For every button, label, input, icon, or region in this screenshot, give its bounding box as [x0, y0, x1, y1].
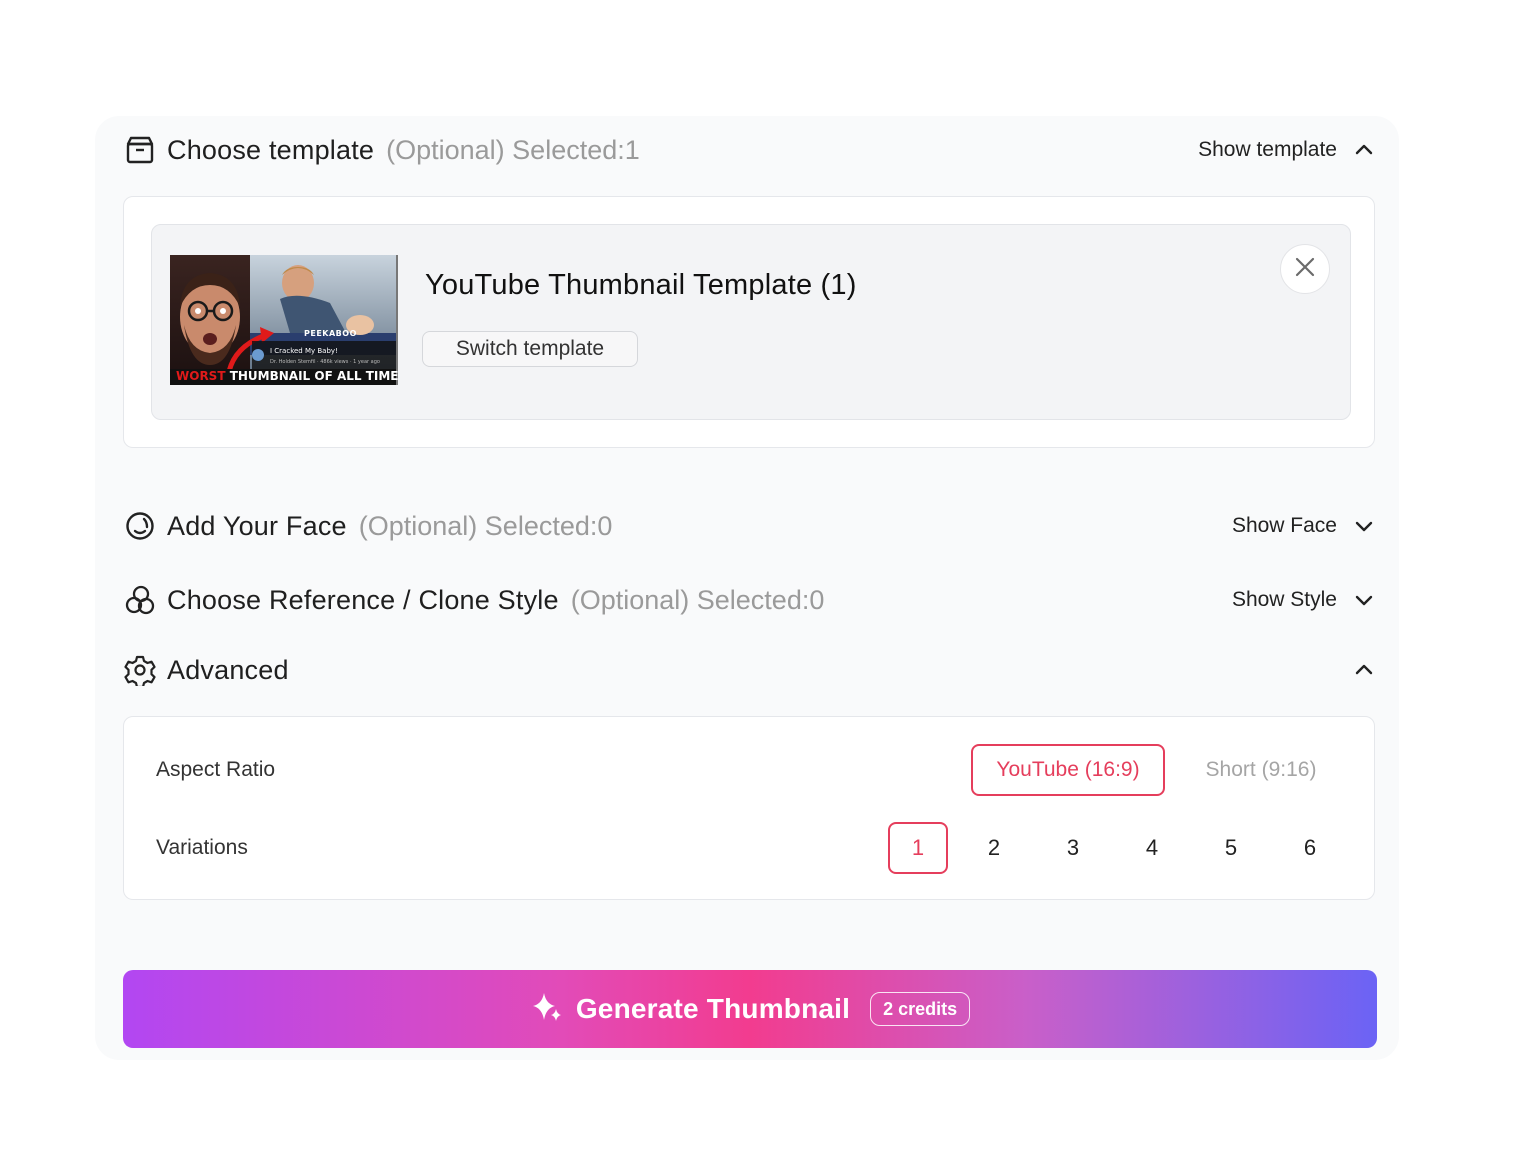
advanced-card: Aspect Ratio YouTube (16:9) Short (9:16)…: [123, 716, 1375, 900]
variations-label: Variations: [156, 836, 248, 859]
variation-option-3[interactable]: 3: [1043, 822, 1103, 874]
variation-option-6[interactable]: 6: [1280, 822, 1340, 874]
aspect-ratio-label: Aspect Ratio: [156, 758, 276, 781]
thumb-banner-red: WORST: [176, 369, 226, 383]
close-icon: [1294, 256, 1316, 283]
show-face-toggle[interactable]: Show Face: [1232, 513, 1377, 539]
template-section-header[interactable]: Choose template (Optional) Selected:1 Sh…: [123, 130, 1377, 170]
thumb-banner-white: THUMBNAIL OF ALL TIME: [229, 369, 398, 383]
style-section-status: (Optional) Selected:0: [570, 584, 825, 615]
variation-option-2[interactable]: 2: [964, 822, 1024, 874]
advanced-section-header[interactable]: Advanced: [123, 650, 1377, 690]
variation-option-4[interactable]: 4: [1122, 822, 1182, 874]
credits-badge: 2 credits: [870, 992, 971, 1026]
template-thumbnail[interactable]: PEEKABOO I Cracked My Baby! Dr. Holden S…: [170, 255, 398, 385]
show-face-label: Show Face: [1231, 514, 1337, 537]
face-section-status: (Optional) Selected:0: [358, 510, 613, 541]
generate-label: Generate Thumbnail: [575, 993, 851, 1024]
generate-thumbnail-button[interactable]: Generate Thumbnail 2 credits: [123, 970, 1377, 1048]
thumb-video-meta: Dr. Holden Stemfil · 486k views · 1 year…: [270, 359, 380, 365]
gear-icon: [123, 653, 157, 687]
template-name: YouTube Thumbnail Template (1): [425, 269, 857, 301]
advanced-section-title: Advanced: [167, 654, 289, 685]
chevron-down-icon: [1351, 587, 1377, 613]
face-icon: [123, 509, 157, 543]
template-card: PEEKABOO I Cracked My Baby! Dr. Holden S…: [123, 196, 1375, 448]
style-section-header[interactable]: Choose Reference / Clone Style (Optional…: [123, 580, 1377, 620]
selected-template-item: PEEKABOO I Cracked My Baby! Dr. Holden S…: [151, 224, 1351, 420]
show-style-toggle[interactable]: Show Style: [1232, 587, 1377, 613]
thumb-banner: WORST THUMBNAIL OF ALL TIME: [176, 369, 398, 383]
sparkle-icon: [530, 990, 564, 1029]
style-blend-icon: [123, 583, 157, 617]
aspect-short-option[interactable]: Short (9:16): [1174, 744, 1348, 796]
face-section-title: Add Your Face: [167, 510, 347, 541]
show-template-label: Show template: [1198, 138, 1337, 161]
remove-template-button[interactable]: [1280, 244, 1330, 294]
chevron-up-icon: [1351, 137, 1377, 163]
switch-template-button[interactable]: Switch template: [422, 331, 638, 367]
show-template-toggle[interactable]: Show template: [1198, 137, 1377, 163]
variation-option-5[interactable]: 5: [1201, 822, 1261, 874]
style-section-title: Choose Reference / Clone Style: [167, 584, 559, 615]
thumb-tag-text: PEEKABOO: [304, 329, 357, 338]
template-section-status: (Optional) Selected:1: [386, 134, 640, 165]
thumbnail-generator-panel: Choose template (Optional) Selected:1 Sh…: [95, 116, 1399, 1060]
variation-option-1[interactable]: 1: [888, 822, 948, 874]
advanced-collapse-toggle[interactable]: [1351, 657, 1377, 683]
thumb-video-title: I Cracked My Baby!: [270, 347, 338, 355]
show-style-label: Show Style: [1231, 588, 1337, 611]
archive-box-icon: [123, 133, 157, 167]
chevron-down-icon: [1351, 513, 1377, 539]
aspect-youtube-option[interactable]: YouTube (16:9): [971, 744, 1165, 796]
chevron-up-icon: [1351, 657, 1377, 683]
face-section-header[interactable]: Add Your Face (Optional) Selected:0 Show…: [123, 506, 1377, 546]
template-section-title: Choose template: [167, 134, 375, 165]
